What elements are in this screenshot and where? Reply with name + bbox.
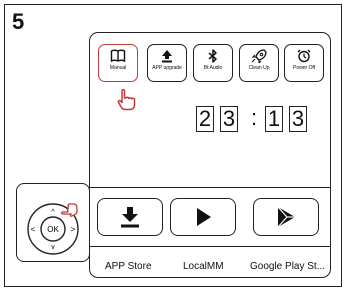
manual-label: Manual [109,65,127,71]
localmm-label: LocalMM [183,261,224,272]
left-arrow-label: < [31,225,36,234]
google-play-store-label: Google Play St... [250,261,326,272]
rocket-icon [251,49,267,63]
pointing-hand-icon [117,89,136,111]
bt-audio-label: Bt Audio [203,65,223,71]
play-icon [197,208,211,226]
app-row-bottom-divider [90,246,331,247]
clock-separator: : [251,105,258,130]
clock-minute-tens: 1 [265,106,283,132]
download-icon [121,207,139,228]
manual-button[interactable]: Manual [98,44,138,82]
upload-icon [162,50,172,63]
bt-audio-button[interactable]: Bt Audio [193,44,233,82]
power-off-button[interactable]: Power Off [284,44,324,82]
ok-label: OK [47,225,59,234]
power-off-label: Power Off [292,65,316,71]
app-store-button[interactable] [97,198,163,236]
down-arrow-label: v [51,244,55,251]
app-store-label: APP Store [105,261,152,272]
step-number: 5 [12,9,25,34]
clock-hour-ones: 3 [220,106,238,132]
google-play-icon [277,206,295,228]
app-upgrade-button[interactable]: APP upgrade [147,44,187,82]
alarm-clock-icon [297,49,311,63]
bluetooth-icon [208,49,217,63]
localmm-button[interactable] [170,198,236,236]
remote-dpad: OK < > ^ v [27,203,79,255]
google-play-store-button[interactable] [253,198,319,236]
clock-hour-tens: 2 [196,106,214,132]
clock-minute-ones: 3 [289,106,307,132]
right-arrow-label: > [71,225,76,234]
app-row-top-divider [90,187,331,188]
app-upgrade-label: APP upgrade [152,65,182,71]
clean-up-label: Clean Up [248,65,270,71]
clean-up-button[interactable]: Clean Up [239,44,279,82]
book-icon [110,49,126,63]
